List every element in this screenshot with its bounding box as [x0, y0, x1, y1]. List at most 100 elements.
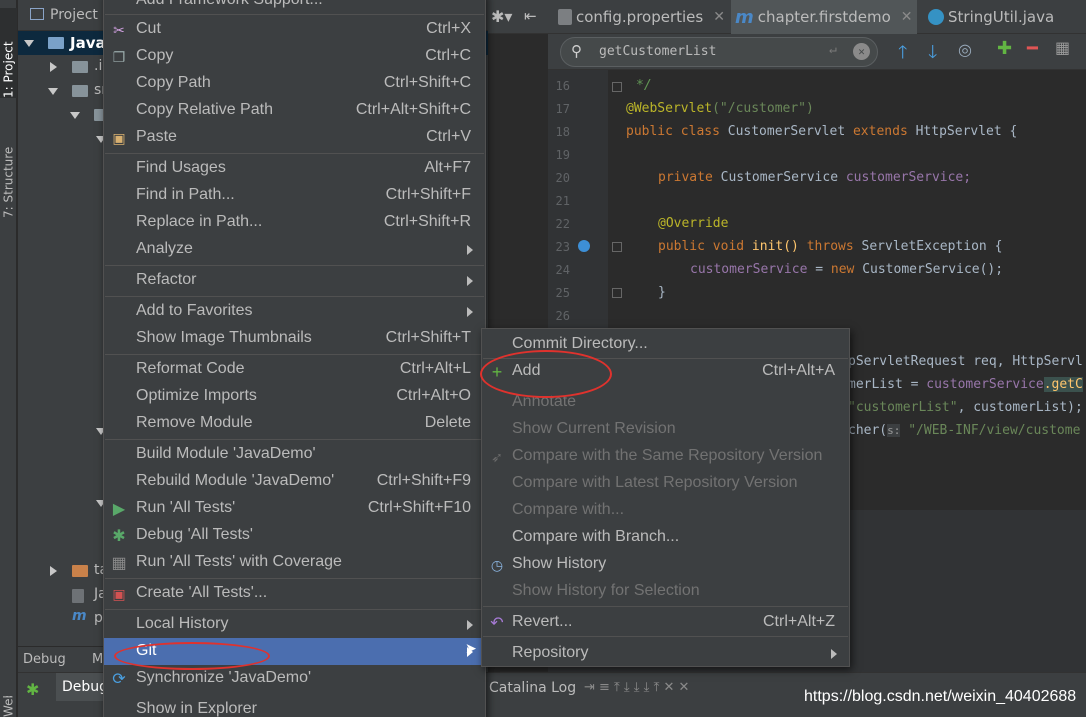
maven-file-icon: m	[72, 608, 87, 624]
expand-icon[interactable]	[50, 62, 57, 72]
menu-item-compare-latest-repo[interactable]: Compare with Latest Repository Version	[482, 470, 849, 497]
remove-occurrence-icon[interactable]: ━	[1027, 38, 1038, 59]
menu-item-add-to-favorites[interactable]: Add to Favorites	[104, 298, 485, 325]
menu-item-compare-with[interactable]: Compare with...	[482, 497, 849, 524]
menu-item-cut[interactable]: ✂ Cut Ctrl+X	[104, 16, 485, 43]
context-menu: Add Framework Support... ✂CutCtrl+X ❐Cop…	[103, 0, 486, 717]
menu-item-create-all-tests[interactable]: ▣ Create 'All Tests'...	[104, 580, 485, 607]
line-number: 16	[555, 79, 570, 93]
menu-separator	[105, 354, 484, 355]
folder-icon	[72, 565, 88, 577]
gear-icon[interactable]: ✱▾	[491, 7, 512, 26]
debug-session-tab[interactable]: Debug	[56, 673, 108, 701]
pin-icon[interactable]: ⇥ ≡ ⤒ ⤓ ⤓ ⤓ ⤒ ✕ ✕	[584, 680, 689, 695]
menu-item-show-image-thumbnails[interactable]: Show Image Thumbnails Ctrl+Shift+T	[104, 325, 485, 352]
next-occurrence-icon[interactable]: 🡓	[928, 40, 937, 70]
previous-occurrence-icon[interactable]: 🡑	[898, 40, 907, 70]
override-marker-icon[interactable]	[578, 240, 590, 252]
code-line: public class CustomerServlet extends Htt…	[626, 124, 1018, 139]
select-all-occurrences-icon[interactable]: ▦	[1055, 38, 1070, 57]
module-folder-icon	[48, 37, 64, 49]
code-line: private CustomerService customerService;	[658, 170, 972, 185]
menu-item-repository[interactable]: Repository	[482, 640, 849, 667]
clear-search-icon[interactable]: ✕	[853, 43, 870, 60]
expand-icon[interactable]	[50, 566, 57, 576]
fold-icon[interactable]	[612, 242, 622, 252]
menu-item-copy-path[interactable]: Copy Path Ctrl+Shift+C	[104, 70, 485, 97]
java-class-icon	[928, 9, 944, 25]
tab-stringutil-java[interactable]: StringUtil.java	[924, 0, 1086, 34]
menu-item-show-in-explorer[interactable]: Show in Explorer	[104, 696, 485, 717]
menu-item-compare-with-branch[interactable]: Compare with Branch...	[482, 524, 849, 551]
debug-label[interactable]: Debug	[23, 652, 66, 667]
project-panel-title[interactable]: Project	[50, 7, 98, 23]
code-line: customerService = new CustomerService();	[690, 262, 1004, 277]
web-tool-tab[interactable]: Web	[0, 696, 17, 717]
hide-panel-icon[interactable]: ⇤	[524, 7, 537, 25]
fold-icon[interactable]	[612, 288, 622, 298]
menu-item-run-with-coverage[interactable]: ▦ Run 'All Tests' with Coverage	[104, 549, 485, 576]
line-number: 20	[555, 171, 570, 185]
annotation-circle-add	[480, 350, 612, 398]
submenu-arrow-icon	[467, 245, 473, 255]
menu-item-debug-all-tests[interactable]: ✱ Debug 'All Tests'	[104, 522, 485, 549]
menu-item-paste[interactable]: ▣ Paste Ctrl+V	[104, 124, 485, 151]
menu-item-add-framework-support[interactable]: Add Framework Support...	[104, 0, 485, 14]
find-bar: ⚲ getCustomerList ↵ ✕ 🡑 🡓 ◎ ✚ ━ ▦	[548, 34, 1086, 70]
menu-item-refactor[interactable]: Refactor	[104, 267, 485, 294]
annotation-circle-git	[114, 642, 270, 670]
mouse-cursor-icon: ➤	[465, 641, 477, 657]
close-icon[interactable]: ✕	[901, 9, 913, 25]
menu-item-build-module[interactable]: Build Module 'JavaDemo'	[104, 441, 485, 468]
debug-label-m: M	[92, 652, 104, 667]
menu-item-copy-relative-path[interactable]: Copy Relative Path Ctrl+Alt+Shift+C	[104, 97, 485, 124]
close-icon[interactable]: ✕	[713, 9, 725, 25]
project-view-icon	[30, 8, 44, 20]
menu-item-analyze[interactable]: Analyze	[104, 236, 485, 263]
catalina-log-tab[interactable]: Catalina Log	[489, 680, 576, 696]
run-icon: ▶	[112, 501, 126, 518]
menu-item-synchronize[interactable]: ⟳ Synchronize 'JavaDemo'	[104, 665, 485, 692]
add-occurrence-icon[interactable]: ✚	[997, 38, 1012, 59]
line-number: 22	[555, 217, 570, 231]
editor-tab-bar: ✱▾ ⇤ config.properties ✕ m chapter.first…	[488, 0, 1086, 34]
paste-icon: ▣	[112, 129, 126, 146]
menu-item-replace-in-path[interactable]: Replace in Path... Ctrl+Shift+R	[104, 209, 485, 236]
menu-item-copy[interactable]: ❐ Copy Ctrl+C	[104, 43, 485, 70]
collapse-icon[interactable]	[70, 112, 80, 119]
line-number: 25	[555, 286, 570, 300]
create-test-icon: ▣	[112, 585, 126, 602]
folder-icon	[72, 61, 88, 73]
collapse-icon[interactable]	[24, 40, 34, 47]
menu-item-reformat-code[interactable]: Reformat Code Ctrl+Alt+L	[104, 356, 485, 383]
line-number: 17	[555, 102, 570, 116]
menu-item-optimize-imports[interactable]: Optimize Imports Ctrl+Alt+O	[104, 383, 485, 410]
debug-bug-icon[interactable]: ✱	[26, 680, 39, 699]
collapse-icon[interactable]	[48, 88, 58, 95]
line-number: 24	[555, 263, 570, 277]
menu-item-compare-same-repo[interactable]: ➶ Compare with the Same Repository Versio…	[482, 443, 849, 470]
search-input[interactable]: ⚲ getCustomerList ↵ ✕	[560, 37, 878, 67]
menu-item-rebuild-module[interactable]: Rebuild Module 'JavaDemo' Ctrl+Shift+F9	[104, 468, 485, 495]
menu-item-revert[interactable]: ↶ Revert... Ctrl+Alt+Z	[482, 609, 849, 636]
menu-item-show-history-selection[interactable]: Show History for Selection	[482, 578, 849, 605]
menu-item-local-history[interactable]: Local History	[104, 611, 485, 638]
menu-separator	[105, 14, 484, 15]
find-all-icon[interactable]: ◎	[958, 40, 972, 59]
structure-tool-tab[interactable]: 7: Structure	[0, 128, 17, 218]
debug-icon: ✱	[112, 528, 126, 545]
project-tool-tab[interactable]: 1: Project	[0, 8, 17, 98]
menu-item-show-current-revision[interactable]: Show Current Revision	[482, 416, 849, 443]
tab-config-properties[interactable]: config.properties ✕	[554, 0, 728, 34]
fold-icon[interactable]	[612, 82, 622, 92]
menu-item-find-in-path[interactable]: Find in Path... Ctrl+Shift+F	[104, 182, 485, 209]
tree-item-label: Java	[70, 34, 106, 52]
line-number: 21	[555, 194, 570, 208]
menu-item-find-usages[interactable]: Find Usages Alt+F7	[104, 155, 485, 182]
tab-chapter-firstdemo[interactable]: m chapter.firstdemo ✕	[731, 0, 917, 34]
properties-file-icon	[558, 9, 572, 25]
menu-item-remove-module[interactable]: Remove Module Delete	[104, 410, 485, 437]
menu-item-show-history[interactable]: ◷ Show History	[482, 551, 849, 578]
menu-item-run-all-tests[interactable]: ▶ Run 'All Tests' Ctrl+Shift+F10	[104, 495, 485, 522]
submenu-arrow-icon	[467, 620, 473, 630]
